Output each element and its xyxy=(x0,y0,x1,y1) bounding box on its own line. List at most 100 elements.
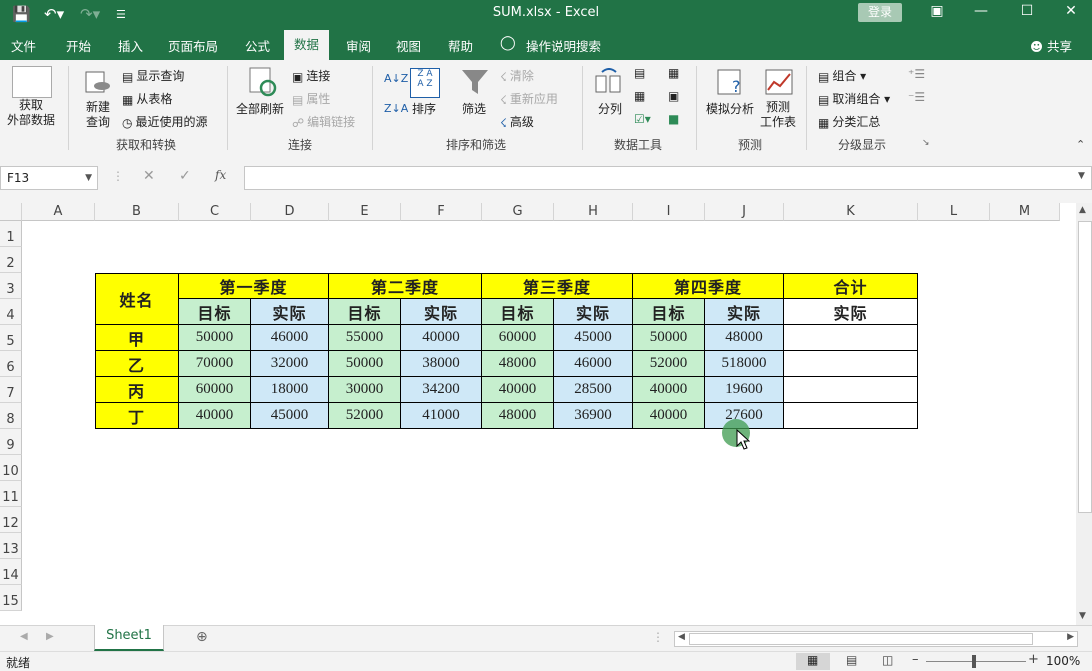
header-target-q2[interactable]: 目标 xyxy=(329,299,401,325)
data-cell[interactable]: 32000 xyxy=(251,351,329,377)
collapse-ribbon-icon[interactable]: ⌃ xyxy=(1076,138,1085,151)
sheet-tab-sheet1[interactable]: Sheet1 xyxy=(94,625,164,651)
tab-data[interactable]: 数据 xyxy=(284,30,330,60)
header-quarter-4[interactable]: 第四季度 xyxy=(633,273,784,299)
remove-duplicates-icon[interactable]: ▦ xyxy=(634,89,645,103)
consolidate-icon[interactable]: ▦ xyxy=(668,66,679,80)
connections-button[interactable]: ▣ 连接 xyxy=(292,67,330,84)
header-actual-q4[interactable]: 实际 xyxy=(705,299,784,325)
row-header-13[interactable]: 13 xyxy=(0,533,22,559)
row-header-5[interactable]: 5 xyxy=(0,325,22,351)
column-header-G[interactable]: G xyxy=(482,203,554,221)
row-name-cell[interactable]: 丁 xyxy=(95,403,179,429)
data-validation-icon[interactable]: ☑▾ xyxy=(634,112,651,126)
tab-formulas[interactable]: 公式 xyxy=(245,36,270,55)
page-break-view-icon[interactable]: ◫ xyxy=(882,653,893,667)
ungroup-button[interactable]: ▤ 取消组合 ▾ xyxy=(818,90,890,107)
scroll-up-icon[interactable]: ▲ xyxy=(1079,205,1086,215)
header-target-q1[interactable]: 目标 xyxy=(179,299,251,325)
what-if-button[interactable]: 模拟分析 xyxy=(706,100,754,117)
data-cell[interactable]: 45000 xyxy=(554,325,633,351)
refresh-all-button[interactable]: 全部刷新 xyxy=(236,100,284,117)
tab-page-layout[interactable]: 页面布局 xyxy=(168,36,218,55)
chevron-down-icon[interactable]: ▼ xyxy=(85,167,92,189)
insert-function-icon[interactable]: fx xyxy=(215,168,226,182)
sort-desc-icon[interactable]: Z↓A xyxy=(384,102,408,115)
column-header-F[interactable]: F xyxy=(401,203,482,221)
row-header-7[interactable]: 7 xyxy=(0,377,22,403)
prev-sheet-icon[interactable]: ◀ xyxy=(20,631,28,642)
data-cell[interactable]: 50000 xyxy=(179,325,251,351)
data-cell[interactable]: 28500 xyxy=(554,377,633,403)
hide-detail-icon[interactable]: ⁻☰ xyxy=(908,90,925,104)
column-header-E[interactable]: E xyxy=(329,203,401,221)
column-header-D[interactable]: D xyxy=(251,203,329,221)
show-detail-icon[interactable]: ⁺☰ xyxy=(908,67,925,81)
data-cell[interactable]: 40000 xyxy=(401,325,482,351)
flash-fill-icon[interactable]: ▤ xyxy=(634,66,645,80)
data-cell[interactable]: 48000 xyxy=(705,325,784,351)
edit-links-button[interactable]: ☍ 编辑链接 xyxy=(292,113,355,130)
data-cell[interactable]: 52000 xyxy=(329,403,401,429)
recent-sources-button[interactable]: ◷ 最近使用的源 xyxy=(122,113,208,130)
header-actual-q2[interactable]: 实际 xyxy=(401,299,482,325)
forecast-sheet-button[interactable]: 预测 工作表 xyxy=(760,100,796,130)
header-total-actual[interactable]: 实际 xyxy=(784,299,918,325)
data-cell[interactable]: 38000 xyxy=(401,351,482,377)
row-header-1[interactable]: 1 xyxy=(0,221,22,247)
total-cell[interactable] xyxy=(784,377,918,403)
tab-insert[interactable]: 插入 xyxy=(118,36,143,55)
data-cell[interactable]: 36900 xyxy=(554,403,633,429)
relationships-icon[interactable]: ▣ xyxy=(668,89,679,103)
show-query-button[interactable]: ▤ 显示查询 xyxy=(122,67,184,84)
enter-icon[interactable]: ✓ xyxy=(179,168,191,184)
sort-button[interactable]: 排序 xyxy=(412,100,436,117)
data-cell[interactable]: 60000 xyxy=(179,377,251,403)
advanced-button[interactable]: ☇ 高级 xyxy=(500,113,534,130)
header-target-q3[interactable]: 目标 xyxy=(482,299,554,325)
scroll-thumb[interactable] xyxy=(1078,221,1092,513)
tab-view[interactable]: 视图 xyxy=(396,36,421,55)
data-cell[interactable]: 46000 xyxy=(251,325,329,351)
login-button[interactable]: 登录 xyxy=(858,3,902,22)
tab-review[interactable]: 审阅 xyxy=(346,36,371,55)
header-actual-q1[interactable]: 实际 xyxy=(251,299,329,325)
splitter-icon[interactable]: ⋮ xyxy=(652,630,664,644)
new-query-button[interactable]: 新建 查询 xyxy=(78,100,118,130)
data-cell[interactable]: 40000 xyxy=(633,377,705,403)
reapply-button[interactable]: ☇ 重新应用 xyxy=(500,90,558,107)
text-to-columns-button[interactable]: 分列 xyxy=(598,100,622,117)
tab-help[interactable]: 帮助 xyxy=(448,36,473,55)
data-cell[interactable]: 30000 xyxy=(329,377,401,403)
group-button[interactable]: ▤ 组合 ▾ xyxy=(818,67,866,84)
minimize-icon[interactable]: — xyxy=(966,3,996,19)
row-header-11[interactable]: 11 xyxy=(0,481,22,507)
data-cell[interactable]: 40000 xyxy=(179,403,251,429)
formula-input[interactable] xyxy=(244,166,1092,190)
row-name-cell[interactable]: 甲 xyxy=(95,325,179,351)
header-target-q4[interactable]: 目标 xyxy=(633,299,705,325)
column-header-I[interactable]: I xyxy=(633,203,705,221)
horizontal-scrollbar[interactable]: ◀ ▶ xyxy=(674,631,1078,647)
row-header-9[interactable]: 9 xyxy=(0,429,22,455)
row-header-2[interactable]: 2 xyxy=(0,247,22,273)
zoom-out-icon[interactable]: – xyxy=(912,652,919,667)
header-actual-q3[interactable]: 实际 xyxy=(554,299,633,325)
zoom-slider[interactable] xyxy=(926,661,1026,662)
zoom-slider-thumb[interactable] xyxy=(972,655,976,668)
data-cell[interactable]: 40000 xyxy=(482,377,554,403)
close-icon[interactable]: ✕ xyxy=(1056,3,1086,19)
from-table-button[interactable]: ▦ 从表格 xyxy=(122,90,172,107)
total-cell[interactable] xyxy=(784,351,918,377)
scroll-left-icon[interactable]: ◀ xyxy=(678,632,685,642)
zoom-level[interactable]: 100% xyxy=(1046,654,1080,668)
row-header-3[interactable]: 3 xyxy=(0,273,22,299)
tell-me-input[interactable]: 操作说明搜索 xyxy=(526,36,601,55)
get-external-data-button[interactable]: 获取 外部数据 xyxy=(0,98,62,128)
column-header-M[interactable]: M xyxy=(990,203,1060,221)
data-cell[interactable]: 60000 xyxy=(482,325,554,351)
dialog-launcher-icon[interactable]: ↘ xyxy=(922,138,930,148)
column-header-L[interactable]: L xyxy=(918,203,990,221)
header-name[interactable]: 姓名 xyxy=(95,273,179,325)
row-header-12[interactable]: 12 xyxy=(0,507,22,533)
